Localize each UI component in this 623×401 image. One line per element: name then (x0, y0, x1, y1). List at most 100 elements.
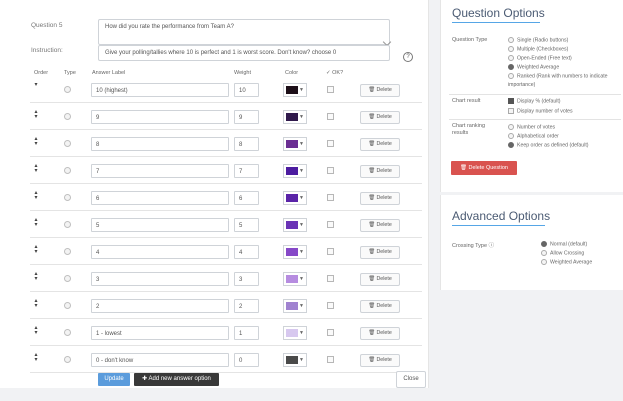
delete-row-button[interactable]: 🗑 Delete (360, 354, 400, 367)
type-radio[interactable] (64, 356, 71, 363)
answer-label-input[interactable]: 0 - don't know (91, 353, 229, 367)
delete-row-button[interactable]: 🗑 Delete (360, 138, 400, 151)
drag-handle-icon[interactable]: ▴ ▾ (33, 352, 39, 363)
answer-label-input[interactable]: 9 (91, 110, 229, 124)
delete-row-button[interactable]: 🗑 Delete (360, 327, 400, 340)
answer-label-input[interactable]: 1 - lowest (91, 326, 229, 340)
delete-row-button[interactable]: 🗑 Delete (360, 300, 400, 313)
answer-row: ▴ ▾ 0 - don't know 0 ▼ 🗑 Delete (0, 350, 428, 373)
drag-handle-icon[interactable]: ▴ ▾ (33, 190, 39, 201)
color-picker[interactable]: ▼ (283, 110, 307, 124)
weight-input[interactable]: 8 (234, 137, 259, 151)
weight-input[interactable]: 5 (234, 218, 259, 232)
answer-label-input[interactable]: 6 (91, 191, 229, 205)
add-answer-option-button[interactable]: ✚ Add new answer option (134, 373, 219, 386)
ok-checkbox[interactable] (327, 167, 334, 174)
drag-handle-icon[interactable]: ▴ ▾ (33, 163, 39, 174)
type-radio[interactable] (64, 167, 71, 174)
weight-input[interactable]: 7 (234, 164, 259, 178)
drag-handle-icon[interactable]: ▴ ▾ (33, 217, 39, 228)
help-circle-icon[interactable]: ⓘ (489, 243, 495, 249)
instruction-input[interactable]: Give your polling/tallies where 10 is pe… (98, 45, 390, 61)
drag-handle-icon[interactable]: ▴ ▾ (33, 298, 39, 309)
ok-checkbox[interactable] (327, 248, 334, 255)
drag-handle-icon[interactable]: ▴ ▾ (33, 136, 39, 147)
delete-row-button[interactable]: 🗑 Delete (360, 111, 400, 124)
color-picker[interactable]: ▼ (283, 83, 307, 97)
delete-row-button[interactable]: 🗑 Delete (360, 273, 400, 286)
display-percent-label: Display % (default) (517, 98, 561, 105)
ranking-number-of-votes[interactable]: Number of votes (508, 124, 555, 130)
answer-label-input[interactable]: 4 (91, 245, 229, 259)
crossing-weighted-option[interactable]: Weighted Average (541, 259, 592, 265)
ok-checkbox[interactable] (327, 140, 334, 147)
ok-checkbox[interactable] (327, 86, 334, 93)
color-picker[interactable]: ▼ (283, 164, 307, 178)
ranking-alphabetical[interactable]: Alphabetical order (508, 133, 559, 139)
type-radio[interactable] (64, 248, 71, 255)
weight-input[interactable]: 9 (234, 110, 259, 124)
type-radio[interactable] (64, 86, 71, 93)
answer-label-input[interactable]: 3 (91, 272, 229, 286)
ok-checkbox[interactable] (327, 356, 334, 363)
question-type-multiple[interactable]: Multiple (Checkboxes) (508, 46, 568, 52)
drag-handle-icon[interactable]: ▴ ▾ (33, 244, 39, 255)
question-type-ranked[interactable]: Ranked (Rank with numbers to indicate (508, 73, 608, 79)
weight-input[interactable]: 6 (234, 191, 259, 205)
question-input[interactable]: How did you rate the performance from Te… (98, 19, 390, 45)
color-picker[interactable]: ▼ (283, 353, 307, 367)
type-radio[interactable] (64, 194, 71, 201)
ok-checkbox[interactable] (327, 302, 334, 309)
color-picker[interactable]: ▼ (283, 326, 307, 340)
color-picker[interactable]: ▼ (283, 191, 307, 205)
weight-input[interactable]: 2 (234, 299, 259, 313)
drag-handle-icon[interactable]: ▴ ▾ (33, 325, 39, 336)
delete-row-button[interactable]: 🗑 Delete (360, 219, 400, 232)
weight-input[interactable]: 10 (234, 83, 259, 97)
help-circle-icon[interactable]: ? (403, 52, 413, 62)
drag-handle-icon[interactable]: ▾ (33, 82, 39, 88)
answer-label-input[interactable]: 10 (highest) (91, 83, 229, 97)
color-picker[interactable]: ▼ (283, 218, 307, 232)
delete-row-button[interactable]: 🗑 Delete (360, 84, 400, 97)
type-radio[interactable] (64, 140, 71, 147)
ok-checkbox[interactable] (327, 113, 334, 120)
ranking-keep-order[interactable]: Keep order as defined (default) (508, 142, 589, 148)
color-picker[interactable]: ▼ (283, 245, 307, 259)
drag-handle-icon[interactable]: ▴ ▾ (33, 109, 39, 120)
question-type-open-ended[interactable]: Open-Ended (Free text) (508, 55, 572, 61)
delete-row-button[interactable]: 🗑 Delete (360, 246, 400, 259)
crossing-normal-option[interactable]: Normal (default) (541, 241, 587, 247)
color-picker[interactable]: ▼ (283, 272, 307, 286)
type-radio[interactable] (64, 221, 71, 228)
type-radio[interactable] (64, 329, 71, 336)
drag-handle-icon[interactable]: ▴ ▾ (33, 271, 39, 282)
weight-input[interactable]: 0 (234, 353, 259, 367)
type-radio[interactable] (64, 302, 71, 309)
ok-checkbox[interactable] (327, 329, 334, 336)
delete-row-button[interactable]: 🗑 Delete (360, 192, 400, 205)
ok-checkbox[interactable] (327, 194, 334, 201)
weight-input[interactable]: 4 (234, 245, 259, 259)
close-button[interactable]: Close (396, 371, 426, 388)
answer-label-input[interactable]: 8 (91, 137, 229, 151)
color-picker[interactable]: ▼ (283, 137, 307, 151)
ok-checkbox[interactable] (327, 221, 334, 228)
delete-row-button[interactable]: 🗑 Delete (360, 165, 400, 178)
color-picker[interactable]: ▼ (283, 299, 307, 313)
weight-input[interactable]: 1 (234, 326, 259, 340)
display-percent-option[interactable]: Display % (default) (508, 98, 561, 104)
ok-checkbox[interactable] (327, 275, 334, 282)
type-radio[interactable] (64, 275, 71, 282)
display-votes-option[interactable]: Display number of votes (508, 108, 573, 114)
delete-question-button[interactable]: 🗑 Delete Question (451, 161, 517, 175)
question-type-weighted-average[interactable]: Weighted Average (508, 64, 559, 70)
answer-label-input[interactable]: 7 (91, 164, 229, 178)
update-button[interactable]: Update (98, 373, 130, 386)
answer-label-input[interactable]: 5 (91, 218, 229, 232)
crossing-allow-option[interactable]: Allow Crossing (541, 250, 584, 256)
question-type-single[interactable]: Single (Radio buttons) (508, 37, 568, 43)
type-radio[interactable] (64, 113, 71, 120)
answer-label-input[interactable]: 2 (91, 299, 229, 313)
weight-input[interactable]: 3 (234, 272, 259, 286)
